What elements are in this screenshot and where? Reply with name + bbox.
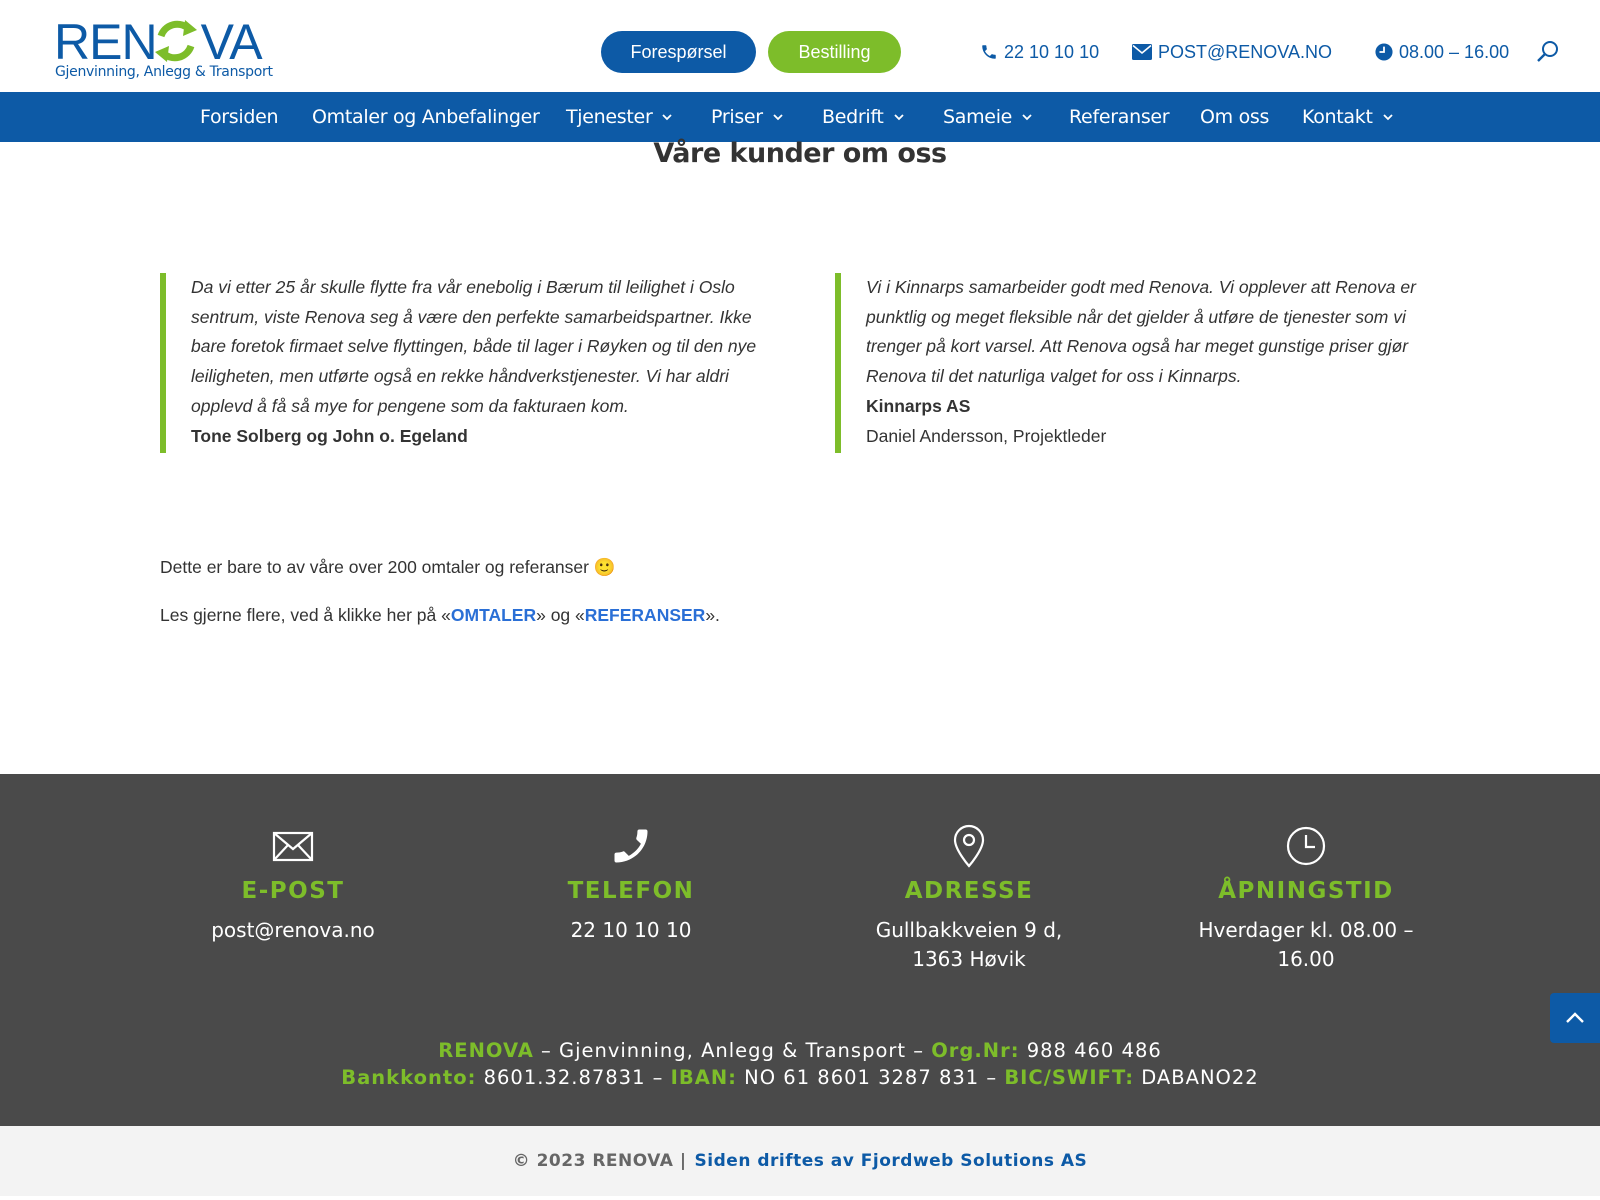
envelope-icon (1132, 44, 1152, 60)
header-hours-text: 08.00 – 16.00 (1399, 41, 1510, 62)
header-email-link[interactable]: POST@RENOVA.NO (1132, 40, 1332, 64)
credit-link[interactable]: Siden driftes av Fjordweb Solutions AS (695, 1151, 1088, 1171)
nav-item-referanser[interactable]: Referanser (1069, 92, 1170, 142)
footer-hours-column: ÅPNINGSTID Hverdager kl. 08.00 – 16.00 (1186, 824, 1426, 974)
chevron-down-icon (773, 114, 783, 121)
referanser-link[interactable]: REFERANSER (585, 605, 706, 625)
footer-phone-column: TELEFON 22 10 10 10 (511, 824, 751, 945)
org-value: 988 460 486 (1019, 1039, 1162, 1062)
nav-item-tjenester[interactable]: Tjenester (566, 92, 673, 142)
chevron-down-icon (1383, 114, 1393, 121)
footer-email-column: E-POST post@renova.no (173, 824, 413, 945)
nav-label: Kontakt (1302, 106, 1373, 128)
nav-item-bedrift[interactable]: Bedrift (822, 92, 904, 142)
phone-icon (982, 45, 996, 59)
envelope-icon (272, 831, 314, 862)
nav-label: Tjenester (566, 106, 653, 128)
intro-paragraph: Dette er bare to av våre over 200 omtale… (160, 557, 616, 577)
nav-item-omtaler[interactable]: Omtaler og Anbefalinger (312, 92, 540, 142)
address-line: 1363 Høvik (912, 947, 1026, 971)
nav-item-sameie[interactable]: Sameie (943, 92, 1032, 142)
quote-text: Da vi etter 25 år skulle flytte fra vår … (191, 277, 757, 416)
quote-author: Kinnarps AS (866, 395, 971, 416)
nav-item-kontakt[interactable]: Kontakt (1302, 92, 1393, 142)
quote-text: Vi i Kinnarps samarbeider godt med Renov… (866, 277, 1416, 387)
quote-author: Tone Solberg og John o. Egeland (191, 425, 468, 446)
nav-label: Sameie (943, 106, 1013, 128)
para-text: ». (705, 605, 720, 625)
header-email-text: POST@RENOVA.NO (1158, 41, 1332, 62)
address-line: Gullbakkveien 9 d, (875, 918, 1063, 942)
footer-hours-value: Hverdager kl. 08.00 – 16.00 (1186, 916, 1426, 974)
footer-heading: E-POST (241, 878, 345, 904)
bank-value: 8601.32.87831 – (476, 1066, 671, 1089)
main-navigation: Forsiden Omtaler og Anbefalinger Tjenest… (0, 92, 1600, 142)
quote-author-role: Daniel Andersson, Projektleder (866, 425, 1107, 446)
bic-label: BIC/SWIFT: (1004, 1066, 1135, 1089)
footer-heading: ADRESSE (904, 878, 1034, 904)
para-text: Les gjerne flere, ved å klikke her på « (160, 605, 451, 625)
footer-email-value[interactable]: post@renova.no (173, 916, 413, 945)
testimonial-quote: Vi i Kinnarps samarbeider godt med Renov… (835, 273, 1450, 453)
para-text: » og « (536, 605, 585, 625)
renova-logo[interactable]: REN VA Gjenvinning, Anlegg & Transport (54, 14, 273, 84)
chevron-down-icon (662, 114, 673, 121)
scroll-to-top-button[interactable] (1550, 993, 1600, 1043)
nav-item-priser[interactable]: Priser (711, 92, 783, 142)
bank-label: Bankkonto: (341, 1066, 477, 1089)
footer-address-value: Gullbakkveien 9 d, 1363 Høvik (849, 916, 1089, 974)
logo-text-right: VA (200, 14, 263, 70)
nav-label: Omtaler og Anbefalinger (312, 106, 540, 128)
hours-line: 16.00 (1277, 947, 1335, 971)
nav-item-om-oss[interactable]: Om oss (1200, 92, 1269, 142)
nav-label: Referanser (1069, 106, 1170, 128)
header-hours: 08.00 – 16.00 (1375, 40, 1509, 64)
omtaler-link[interactable]: OMTALER (451, 605, 536, 625)
chevron-down-icon (1022, 114, 1032, 121)
clock-icon (1375, 43, 1393, 61)
copyright-bar: © 2023 RENOVA | Siden driftes av Fjordwe… (0, 1126, 1600, 1196)
logo-text-left: REN (54, 14, 158, 70)
search-icon[interactable] (1536, 40, 1560, 64)
links-paragraph: Les gjerne flere, ved å klikke her på «O… (160, 605, 720, 626)
footer-phone-value[interactable]: 22 10 10 10 (511, 916, 751, 945)
site-header: REN VA Gjenvinning, Anlegg & Transport Fo… (0, 0, 1600, 92)
nav-item-forsiden[interactable]: Forsiden (200, 92, 279, 142)
nav-label: Forsiden (200, 106, 279, 128)
brand-name: RENOVA (438, 1039, 534, 1062)
footer-heading: ÅPNINGSTID (1218, 878, 1394, 904)
header-phone-text: 22 10 10 10 (1004, 41, 1100, 62)
chevron-up-icon (1566, 1012, 1584, 1023)
nav-label: Priser (711, 106, 763, 128)
footer-company-line: RENOVA – Gjenvinning, Anlegg & Transport… (0, 1039, 1600, 1062)
recycle-o-icon (155, 20, 197, 62)
iban-value: NO 61 8601 3287 831 – (736, 1066, 1005, 1089)
testimonial-quote: Da vi etter 25 år skulle flytte fra vår … (160, 273, 775, 453)
chevron-down-icon (893, 114, 904, 121)
footer-heading: TELEFON (567, 878, 695, 904)
clock-icon (1286, 826, 1326, 866)
org-label: Org.Nr: (931, 1039, 1020, 1062)
copyright-text: © 2023 RENOVA | (512, 1151, 687, 1171)
phone-icon (614, 829, 648, 863)
order-button[interactable]: Bestilling (768, 31, 901, 73)
logo-tagline: Gjenvinning, Anlegg & Transport (55, 64, 273, 80)
request-button[interactable]: Forespørsel (601, 31, 756, 73)
footer-bank-line: Bankkonto: 8601.32.87831 – IBAN: NO 61 8… (0, 1066, 1600, 1089)
header-phone-link[interactable]: 22 10 10 10 (980, 40, 1099, 64)
iban-label: IBAN: (670, 1066, 737, 1089)
nav-label: Om oss (1200, 106, 1270, 128)
footer-address-column: ADRESSE Gullbakkveien 9 d, 1363 Høvik (849, 824, 1089, 974)
location-pin-icon (953, 824, 985, 868)
company-desc: – Gjenvinning, Anlegg & Transport – (533, 1039, 932, 1062)
page-title: Våre kunder om oss (653, 138, 947, 169)
nav-label: Bedrift (822, 106, 884, 128)
hours-line: Hverdager kl. 08.00 – (1198, 918, 1414, 942)
bic-value: DABANO22 (1134, 1066, 1259, 1089)
